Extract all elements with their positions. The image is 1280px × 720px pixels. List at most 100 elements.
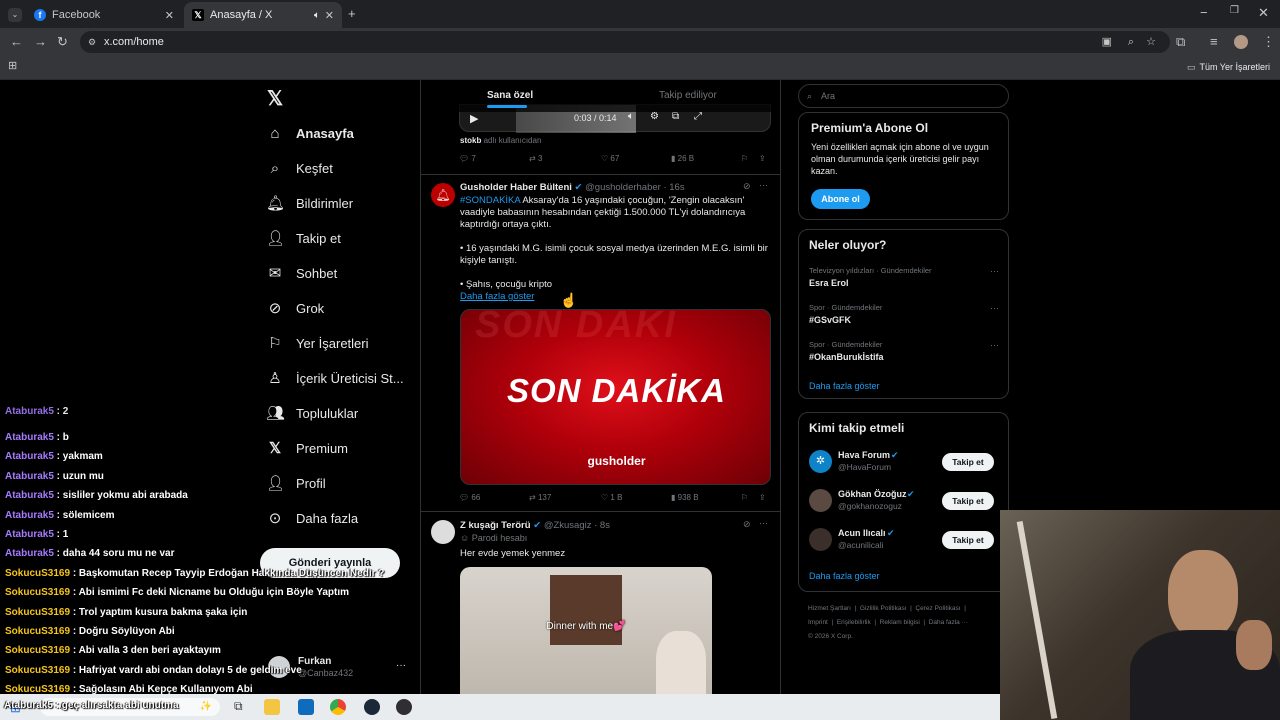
new-tab-icon[interactable]: +	[348, 7, 356, 20]
forward-icon[interactable]: →	[34, 35, 47, 48]
tab-title: Facebook	[52, 9, 101, 21]
follow-button[interactable]: Takip et	[942, 531, 994, 549]
nav-home[interactable]: ⌂ Anasayfa	[266, 118, 353, 148]
views-button[interactable]: ▮ 26 B	[671, 154, 694, 163]
trends-card: Neler oluyor? Televizyon yıldızları · Gü…	[798, 229, 1009, 399]
trend-item[interactable]: Spor · Gündemdekiler #GSvGFK ···	[809, 303, 999, 325]
profile-avatar[interactable]	[1234, 35, 1248, 49]
verified-icon: ✔	[533, 520, 542, 531]
like-button[interactable]: ♡ 67	[601, 154, 619, 163]
all-bookmarks[interactable]: ▭ Tüm Yer İşaretleri	[1187, 62, 1270, 73]
chrome-icon[interactable]	[330, 699, 346, 715]
apps-icon[interactable]: ⊞	[8, 61, 17, 72]
play-icon[interactable]: ▶	[470, 112, 478, 125]
bookmark-icon[interactable]: ⚐	[741, 154, 748, 163]
show-more-link[interactable]: Daha fazla göster	[460, 291, 774, 303]
more-icon[interactable]: ···	[759, 180, 768, 190]
reload-icon[interactable]: ↻	[57, 35, 68, 48]
hashtag-link[interactable]: #SONDAKİKA	[460, 195, 520, 206]
more-icon[interactable]: ···	[990, 340, 999, 350]
who-to-follow-show-more[interactable]: Daha fazla göster	[809, 571, 880, 581]
grok-icon[interactable]: ⊘	[743, 181, 751, 192]
settings-icon[interactable]: ⚙	[650, 111, 659, 122]
nav-creator-studio[interactable]: ♙ İçerik Üreticisi St...	[266, 363, 403, 393]
person-face	[1168, 550, 1238, 640]
like-button[interactable]: ♡ 1 B	[601, 493, 622, 502]
subscribe-button[interactable]: Abone ol	[811, 189, 870, 209]
close-tab-icon[interactable]: ✕	[165, 9, 174, 22]
nav-bookmarks[interactable]: ⚐ Yer İşaretleri	[266, 328, 368, 358]
pip-icon[interactable]: ⧉	[672, 111, 679, 122]
share-icon[interactable]: ⇪	[759, 493, 766, 502]
bell-icon: 🔔︎	[266, 195, 286, 212]
minimize-icon[interactable]: −	[1200, 6, 1208, 19]
x-logo-icon[interactable]: 𝕏	[267, 86, 283, 111]
speaker-icon[interactable]: 🔈︎	[314, 10, 320, 21]
nav-notifications[interactable]: 🔔︎ Bildirimler	[266, 188, 353, 218]
follow-button[interactable]: Takip et	[942, 492, 994, 510]
tweet-zkusagi[interactable]: Z kuşağı Terörü ✔ @Zkusagiz · 8s ⊘ ··· ☺…	[421, 512, 780, 694]
reply-button[interactable]: 💬︎ 66	[459, 493, 480, 502]
bookmark-icon[interactable]: ⚐	[741, 493, 748, 502]
chat-username: SokucuS3169	[5, 587, 71, 599]
trend-item[interactable]: Spor · Gündemdekiler #OkanBurukİstifa ··…	[809, 340, 999, 362]
steam-icon[interactable]	[364, 699, 380, 715]
more-icon[interactable]: ···	[990, 303, 999, 313]
zoom-icon[interactable]: ⌕	[1128, 31, 1134, 53]
restore-icon[interactable]: ❐	[1230, 6, 1239, 16]
volume-icon[interactable]: 🔈︎	[628, 111, 634, 122]
outlook-icon[interactable]	[298, 699, 314, 715]
follow-suggestion[interactable]: ✲ Hava Forum ✔ @HavaForum Takip et	[809, 449, 1004, 475]
tab-search-icon[interactable]: ⌄	[8, 8, 22, 22]
search-input[interactable]: ⌕ Ara	[798, 84, 1009, 108]
url-input[interactable]: ⚙ x.com/home ▣ ⌕ ☆	[80, 31, 1170, 53]
task-view-icon[interactable]: ⧉	[234, 699, 243, 714]
tweet-header: Z kuşağı Terörü ✔ @Zkusagiz · 8s	[460, 520, 610, 531]
tab-for-you[interactable]: Sana özel	[487, 90, 533, 108]
star-icon[interactable]: ☆	[1146, 31, 1156, 53]
follow-suggestion[interactable]: Acun Ilıcalı ✔ @acunilicali Takip et	[809, 527, 1004, 553]
back-icon[interactable]: ←	[10, 35, 23, 48]
tab-facebook[interactable]: f Facebook ✕	[26, 2, 182, 28]
tweet-gusholder[interactable]: 🔔︎ Gusholder Haber Bülteni ✔ @gusholderh…	[421, 175, 780, 511]
trend-item[interactable]: Televizyon yıldızları · Gündemdekiler Es…	[809, 266, 999, 288]
trends-show-more[interactable]: Daha fazla göster	[809, 381, 880, 391]
author-name[interactable]: Z kuşağı Terörü	[460, 520, 531, 531]
tweet-image[interactable]: SON DAKİ SON DAKİKA gusholder	[460, 309, 771, 485]
nav-chat[interactable]: ✉ Sohbet	[266, 258, 338, 288]
close-window-icon[interactable]: ✕	[1258, 6, 1269, 19]
chat-message: : sisliler yokmu abi arabada	[53, 490, 188, 502]
tab-x-home[interactable]: 𝕏 Anasayfa / X 🔈︎ ✕	[184, 2, 342, 28]
share-icon[interactable]: ⇪	[759, 154, 766, 163]
nav-grok[interactable]: ⊘ Grok	[266, 293, 324, 323]
fullscreen-icon[interactable]: ⤢	[694, 111, 702, 122]
author-name[interactable]: Gusholder Haber Bülteni	[460, 182, 572, 193]
lamp-pole	[1016, 520, 1058, 720]
file-explorer-icon[interactable]	[264, 699, 280, 715]
close-tab-icon[interactable]: ✕	[325, 9, 334, 22]
nav-explore[interactable]: ⌕ Keşfet	[266, 153, 333, 183]
avatar: 🔔︎	[431, 183, 455, 207]
premium-text: Yeni özellikleri açmak için abone ol ve …	[811, 142, 989, 176]
extensions-icon[interactable]: ⧉	[1176, 35, 1185, 48]
reply-button[interactable]: 💬︎ 7	[459, 154, 476, 163]
reading-list-icon[interactable]: ≡	[1210, 35, 1218, 48]
creator-icon: ♙	[268, 370, 282, 387]
repost-button[interactable]: ⇄ 137	[529, 493, 551, 502]
follow-suggestion[interactable]: Gökhan Özoğuz ✔ @gokhanozoguz Takip et	[809, 488, 1004, 514]
more-icon[interactable]: ···	[759, 518, 768, 528]
site-info-icon[interactable]: ⚙	[88, 31, 96, 53]
follow-button[interactable]: Takip et	[942, 453, 994, 471]
premium-title: Premium'a Abone Ol	[811, 121, 929, 135]
views-button[interactable]: ▮ 938 B	[671, 493, 699, 502]
grok-icon[interactable]: ⊘	[743, 519, 751, 530]
tweet-video[interactable]: Dinner with me💕	[460, 567, 712, 694]
tab-following[interactable]: Takip ediliyor	[659, 90, 717, 101]
repost-button[interactable]: ⇄ 3	[529, 154, 542, 163]
chat-line: Ataburak5 : 1	[5, 529, 68, 540]
install-icon[interactable]: ▣	[1102, 31, 1112, 53]
menu-icon[interactable]: ⋮	[1262, 35, 1275, 48]
more-icon[interactable]: ···	[990, 266, 999, 276]
nav-follow[interactable]: 👤︎ Takip et	[266, 223, 341, 253]
obs-icon[interactable]	[396, 699, 412, 715]
